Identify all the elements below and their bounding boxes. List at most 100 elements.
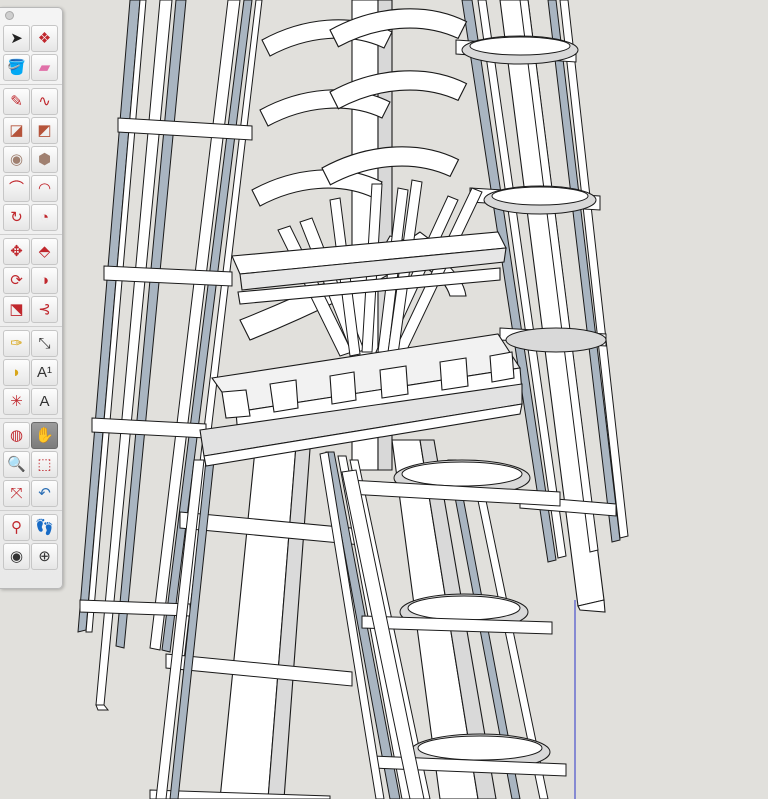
arc-icon: ⌒ xyxy=(8,180,24,197)
select-tool-button[interactable]: ➤ xyxy=(3,25,30,52)
section-plane-tool-button[interactable]: ⊕ xyxy=(31,543,58,570)
tool-row: 🔍 ⬚ xyxy=(0,450,62,479)
circle-tool-button[interactable]: ◉ xyxy=(3,146,30,173)
arc-tool-button[interactable]: ⌒ xyxy=(3,175,30,202)
two-point-arc-icon: ◠ xyxy=(37,180,52,197)
eraser-icon: ▰ xyxy=(38,59,51,76)
tool-group: ✑ ⤡ ◗ A¹ ✳ A xyxy=(0,326,62,418)
tool-groups: ➤ ❖ 🪣 ▰ ✎ ∿ ◪ ◩ ◉ ⬢ ⌒ ◠ ↻ ◔ ✥ ⬘ ⟳ ◑ ⬔ ⊰ ✑ ⤡ ◗ A¹ ✳ A ◍ ✋ 🔍 ⬚ ⤧ ↶ ⚲ 👣 ◉ ⊕ xyxy=(0,22,62,573)
three-point-arc-tool-button[interactable]: ↻ xyxy=(3,204,30,231)
axes-icon: ✳ xyxy=(10,393,23,410)
magnifier-icon: 🔍 xyxy=(7,456,26,473)
previous-view-tool-button[interactable]: ↶ xyxy=(31,480,58,507)
tool-row: ⤧ ↶ xyxy=(0,479,62,508)
tool-row: ⚲ 👣 xyxy=(0,513,62,542)
tape-measure-tool-button[interactable]: ✑ xyxy=(3,330,30,357)
tool-group: ✎ ∿ ◪ ◩ ◉ ⬢ ⌒ ◠ ↻ ◔ xyxy=(0,84,62,234)
hand-pan-icon: ✋ xyxy=(35,427,54,444)
zoom-extents-tool-button[interactable]: ⤧ xyxy=(3,480,30,507)
offset-tool-button[interactable]: ⊰ xyxy=(31,296,58,323)
arrow-cursor-icon: ➤ xyxy=(10,30,23,47)
push-pull-tool-button[interactable]: ⬘ xyxy=(31,238,58,265)
make-component-tool-button[interactable]: ❖ xyxy=(31,25,58,52)
protractor-tool-button[interactable]: ◗ xyxy=(3,359,30,386)
scale-icon: ⬔ xyxy=(9,301,24,318)
tool-row: ⬔ ⊰ xyxy=(0,295,62,324)
component-icon: ❖ xyxy=(37,30,52,47)
follow-me-tool-button[interactable]: ◑ xyxy=(31,267,58,294)
tool-row: 🪣 ▰ xyxy=(0,53,62,82)
tool-group: ◍ ✋ 🔍 ⬚ ⤧ ↶ xyxy=(0,418,62,510)
rectangle-icon: ◪ xyxy=(9,122,24,139)
footprints-icon: 👣 xyxy=(35,519,54,536)
look-around-tool-button[interactable]: ◉ xyxy=(3,543,30,570)
protractor-icon: ◗ xyxy=(11,364,22,381)
tool-group: ⚲ 👣 ◉ ⊕ xyxy=(0,510,62,573)
rotate-tool-button[interactable]: ⟳ xyxy=(3,267,30,294)
tool-row: ↻ ◔ xyxy=(0,203,62,232)
close-icon[interactable] xyxy=(5,11,14,20)
previous-view-icon: ↶ xyxy=(38,485,51,502)
push-pull-icon: ⬘ xyxy=(38,243,51,260)
rectangle-tool-button[interactable]: ◪ xyxy=(3,117,30,144)
text-icon: A¹ xyxy=(37,364,52,381)
zoom-extents-icon: ⤧ xyxy=(10,485,23,502)
move-tool-button[interactable]: ✥ xyxy=(3,238,30,265)
tool-group: ➤ ❖ 🪣 ▰ xyxy=(0,22,62,84)
orbit-icon: ◍ xyxy=(9,427,24,444)
lower-main-column xyxy=(219,419,313,799)
tool-row: ◪ ◩ xyxy=(0,116,62,145)
tool-row: ✥ ⬘ xyxy=(0,237,62,266)
line-tool-button[interactable]: ✎ xyxy=(3,88,30,115)
dimension-icon: ⤡ xyxy=(38,335,51,352)
eye-icon: ◉ xyxy=(9,548,24,565)
axes-tool-button[interactable]: ✳ xyxy=(3,388,30,415)
tool-row: ✳ A xyxy=(0,387,62,416)
text-tool-button[interactable]: A¹ xyxy=(31,359,58,386)
pan-tool-button[interactable]: ✋ xyxy=(31,422,58,449)
dimension-tool-button[interactable]: ⤡ xyxy=(31,330,58,357)
tower-frame-model xyxy=(77,0,629,799)
3d-text-tool-button[interactable]: A xyxy=(31,388,58,415)
pie-tool-button[interactable]: ◔ xyxy=(31,204,58,231)
paint-bucket-tool-button[interactable]: 🪣 xyxy=(3,54,30,81)
position-camera-tool-button[interactable]: ⚲ xyxy=(3,514,30,541)
polygon-icon: ⬢ xyxy=(37,151,52,168)
3d-model-viewport[interactable] xyxy=(0,0,768,799)
zoom-window-icon: ⬚ xyxy=(37,456,52,473)
tool-row: ➤ ❖ xyxy=(0,24,62,53)
scale-tool-button[interactable]: ⬔ xyxy=(3,296,30,323)
tool-row: ◗ A¹ xyxy=(0,358,62,387)
3d-text-icon: A xyxy=(39,393,50,410)
tape-measure-icon: ✑ xyxy=(10,335,23,352)
walk-tool-button[interactable]: 👣 xyxy=(31,514,58,541)
tool-group: ✥ ⬘ ⟳ ◑ ⬔ ⊰ xyxy=(0,234,62,326)
tool-row: ◉ ⊕ xyxy=(0,542,62,571)
move-icon: ✥ xyxy=(10,243,23,260)
tool-row: ◍ ✋ xyxy=(0,421,62,450)
three-point-arc-icon: ↻ xyxy=(10,209,23,226)
zoom-tool-button[interactable]: 🔍 xyxy=(3,451,30,478)
eraser-tool-button[interactable]: ▰ xyxy=(31,54,58,81)
position-camera-icon: ⚲ xyxy=(11,519,22,536)
pencil-icon: ✎ xyxy=(10,93,23,110)
rotated-rectangle-icon: ◩ xyxy=(37,122,52,139)
tool-row: ⟳ ◑ xyxy=(0,266,62,295)
tool-row: ✑ ⤡ xyxy=(0,329,62,358)
pie-icon: ◔ xyxy=(39,209,50,226)
zoom-window-tool-button[interactable]: ⬚ xyxy=(31,451,58,478)
palette-titlebar[interactable] xyxy=(0,8,62,22)
circle-icon: ◉ xyxy=(9,151,24,168)
tool-row: ⌒ ◠ xyxy=(0,174,62,203)
rotated-rectangle-tool-button[interactable]: ◩ xyxy=(31,117,58,144)
freehand-tool-button[interactable]: ∿ xyxy=(31,88,58,115)
polygon-tool-button[interactable]: ⬢ xyxy=(31,146,58,173)
orbit-tool-button[interactable]: ◍ xyxy=(3,422,30,449)
tool-palette: ➤ ❖ 🪣 ▰ ✎ ∿ ◪ ◩ ◉ ⬢ ⌒ ◠ ↻ ◔ ✥ ⬘ ⟳ ◑ ⬔ ⊰ ✑ ⤡ ◗ A¹ ✳ A ◍ ✋ 🔍 ⬚ ⤧ ↶ ⚲ 👣 ◉ ⊕ xyxy=(0,7,63,589)
two-point-arc-tool-button[interactable]: ◠ xyxy=(31,175,58,202)
section-plane-icon: ⊕ xyxy=(38,548,51,565)
offset-icon: ⊰ xyxy=(38,301,51,318)
rotate-icon: ⟳ xyxy=(10,272,23,289)
tool-row: ◉ ⬢ xyxy=(0,145,62,174)
paint-bucket-icon: 🪣 xyxy=(7,59,26,76)
